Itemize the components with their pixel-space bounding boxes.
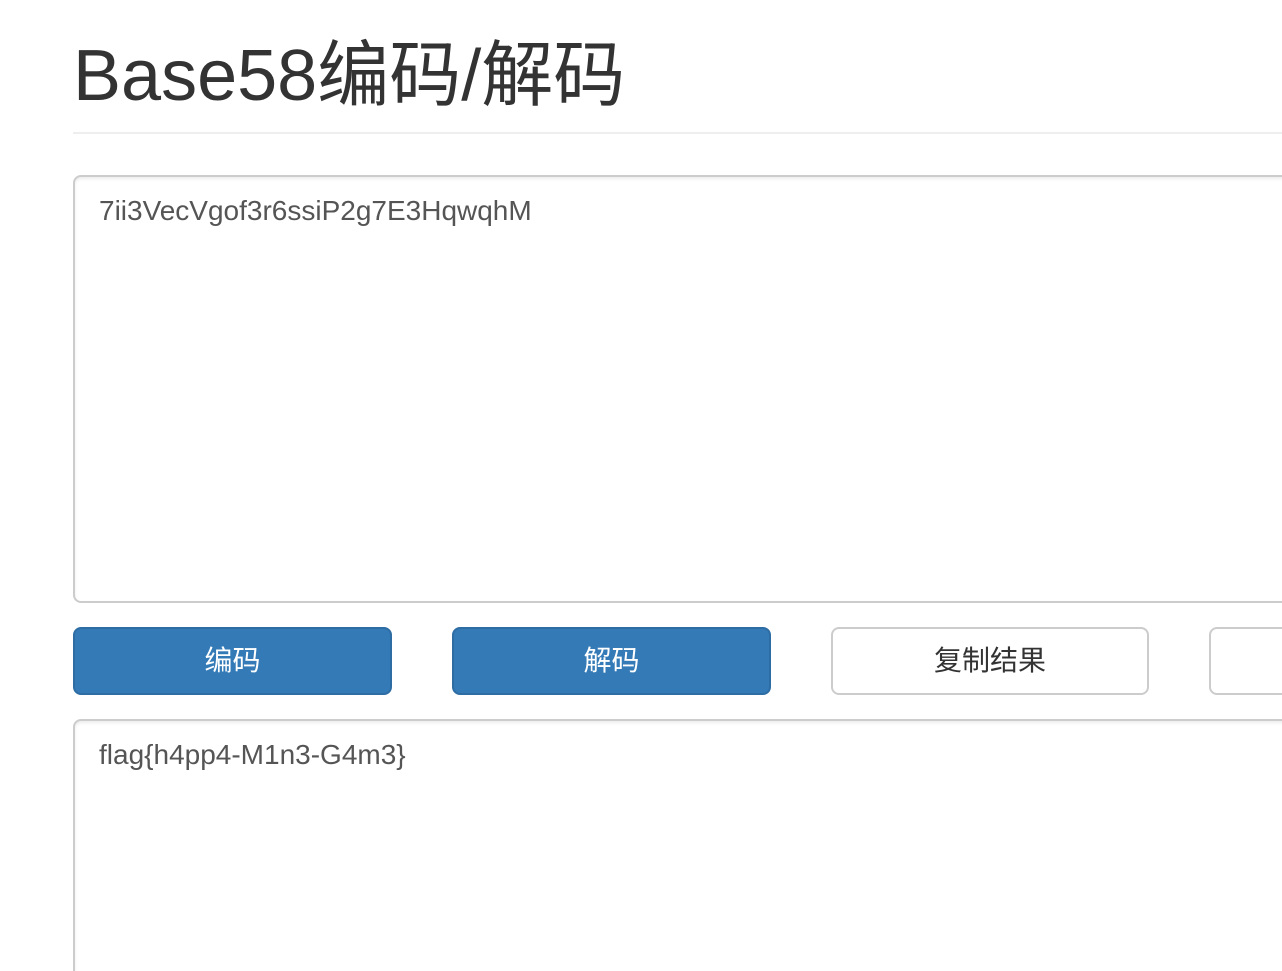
extra-button[interactable] [1209,627,1282,695]
output-textarea[interactable]: flag{h4pp4-M1n3-G4m3} [73,719,1282,971]
copy-result-button[interactable]: 复制结果 [831,627,1149,695]
page-title: Base58编码/解码 [73,36,626,116]
decode-button[interactable]: 解码 [452,627,771,695]
input-textarea[interactable]: 7ii3VecVgof3r6ssiP2g7E3HqwqhM [73,175,1282,603]
page: Base58编码/解码 7ii3VecVgof3r6ssiP2g7E3Hqwqh… [0,0,1282,971]
title-divider [73,132,1282,134]
encode-button[interactable]: 编码 [73,627,392,695]
